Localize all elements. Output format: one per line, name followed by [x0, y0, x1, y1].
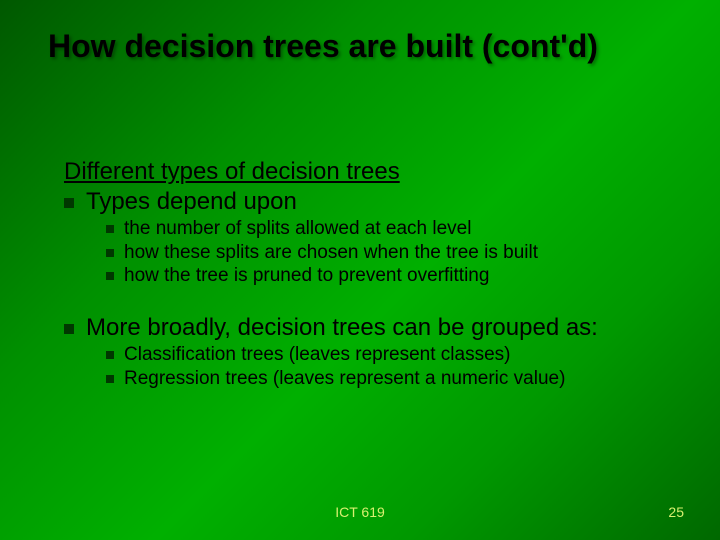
- bullet-text: how these splits are chosen when the tre…: [124, 241, 538, 265]
- square-bullet-icon: [106, 225, 114, 233]
- square-bullet-icon: [106, 351, 114, 359]
- footer-course-code: ICT 619: [0, 504, 720, 520]
- bullet-text: Regression trees (leaves represent a num…: [124, 367, 565, 391]
- subbullet-classification: Classification trees (leaves represent c…: [106, 343, 674, 367]
- slide-content: Different types of decision trees Types …: [64, 158, 674, 390]
- bullet-types-depend: Types depend upon: [64, 188, 674, 217]
- subbullet-regression: Regression trees (leaves represent a num…: [106, 367, 674, 391]
- square-bullet-icon: [106, 272, 114, 280]
- square-bullet-icon: [106, 249, 114, 257]
- subbullet-splits-chosen: how these splits are chosen when the tre…: [106, 241, 674, 265]
- bullet-more-broadly: More broadly, decision trees can be grou…: [64, 314, 674, 343]
- bullet-text: the number of splits allowed at each lev…: [124, 217, 471, 241]
- square-bullet-icon: [64, 198, 74, 208]
- square-bullet-icon: [106, 375, 114, 383]
- footer-page-number: 25: [668, 504, 684, 520]
- subheading: Different types of decision trees: [64, 158, 674, 186]
- subbullet-pruned: how the tree is pruned to prevent overfi…: [106, 264, 674, 288]
- square-bullet-icon: [64, 324, 74, 334]
- bullet-text: how the tree is pruned to prevent overfi…: [124, 264, 489, 288]
- slide-title: How decision trees are built (cont'd): [48, 28, 598, 65]
- subbullet-splits-allowed: the number of splits allowed at each lev…: [106, 217, 674, 241]
- bullet-text: Types depend upon: [86, 188, 297, 217]
- bullet-text: Classification trees (leaves represent c…: [124, 343, 511, 367]
- bullet-text: More broadly, decision trees can be grou…: [86, 314, 598, 343]
